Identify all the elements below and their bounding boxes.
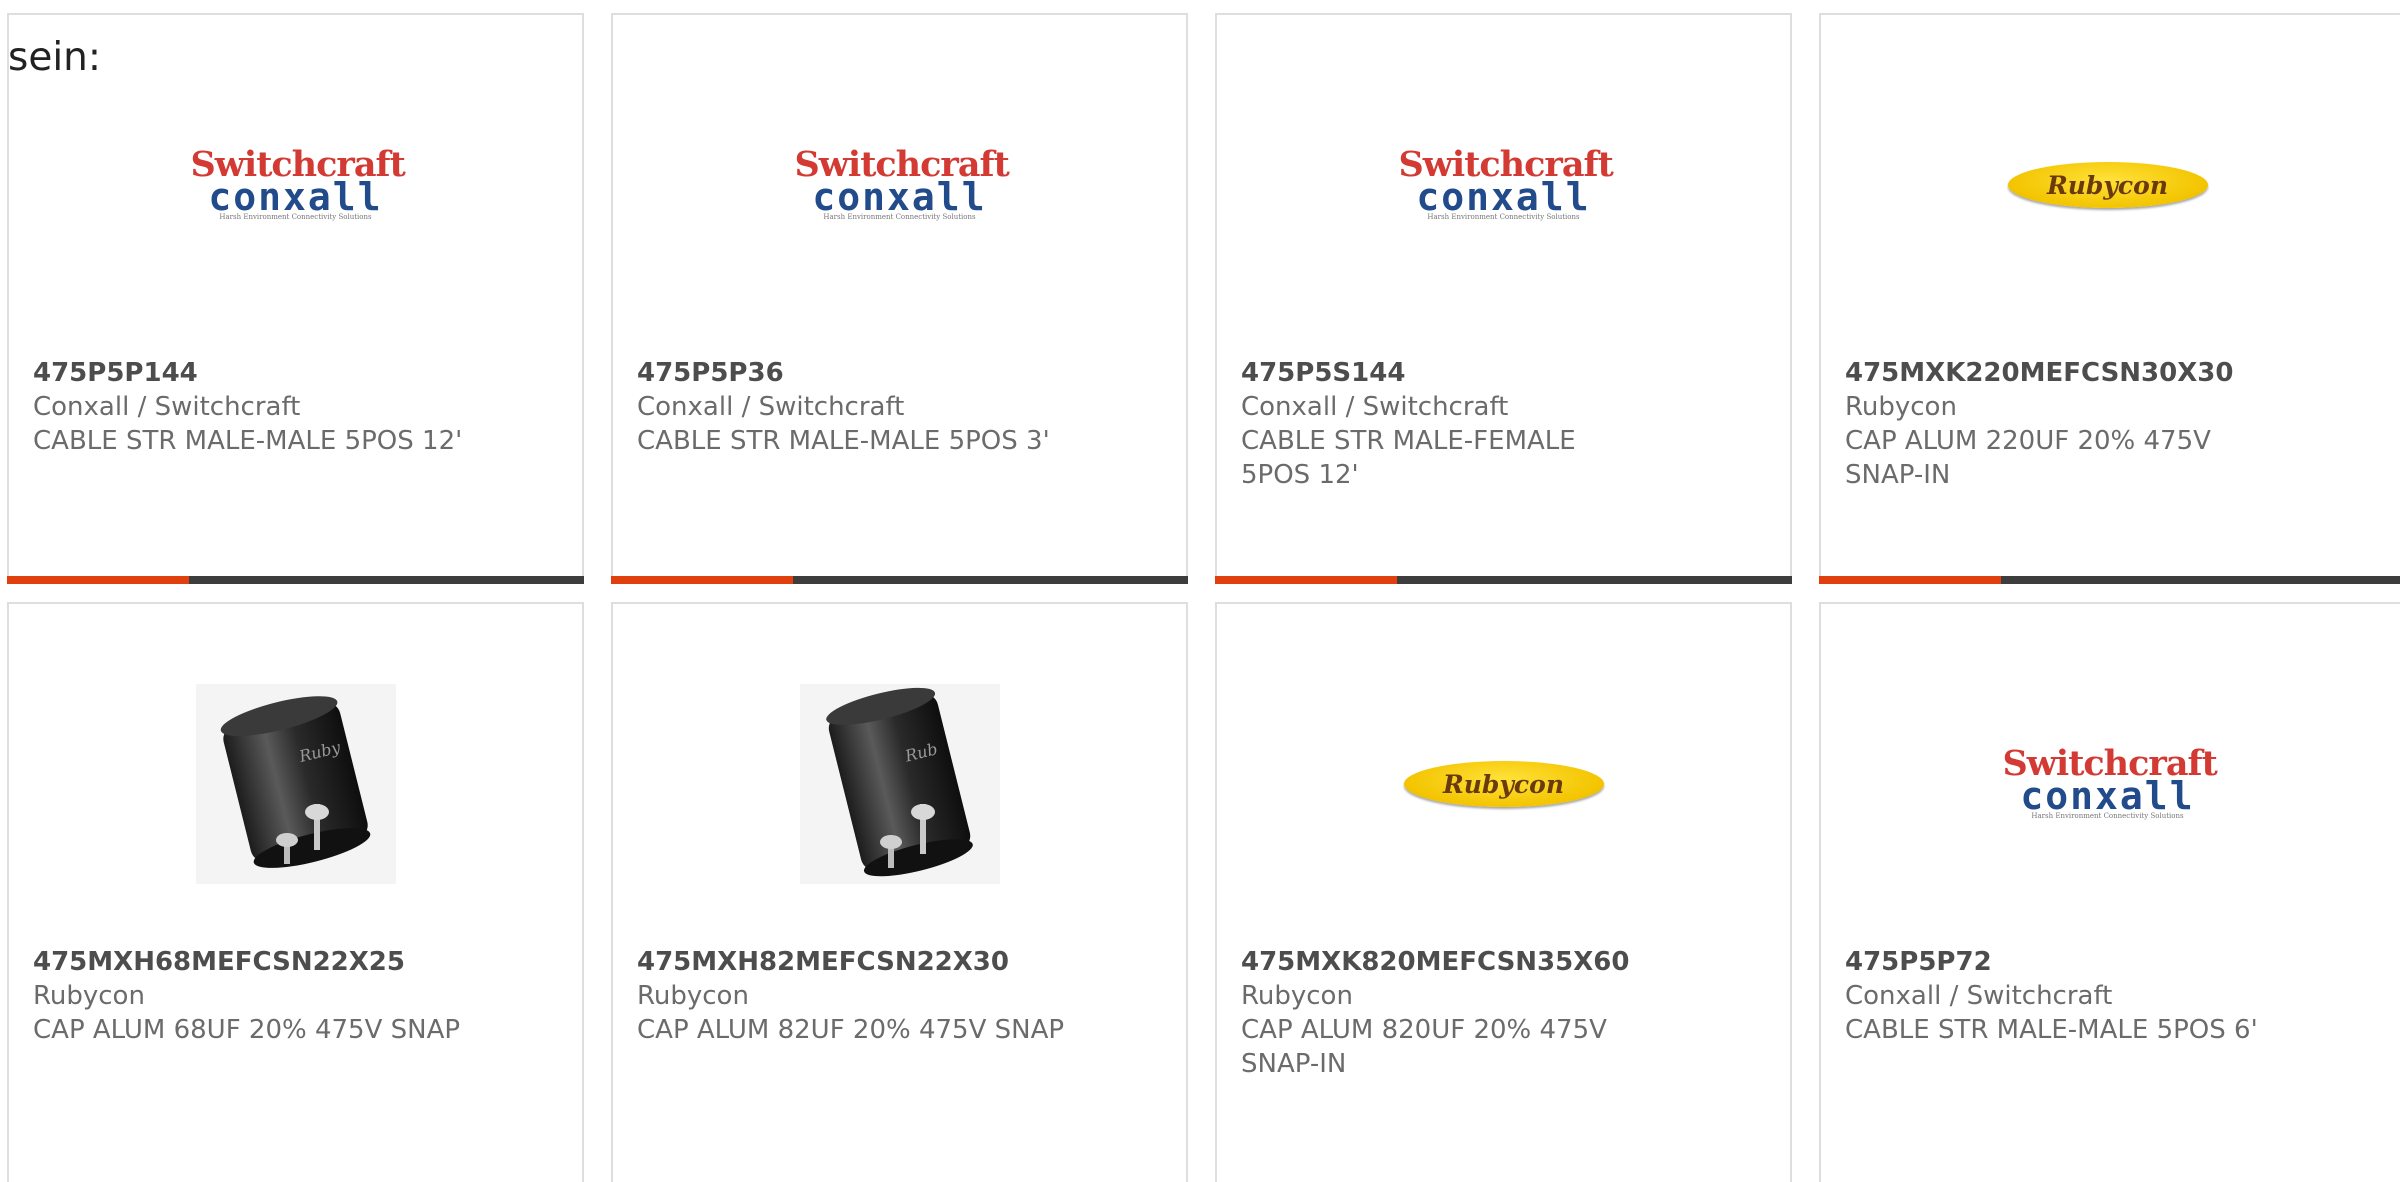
part-number-link[interactable]: 475P5P144 — [33, 356, 513, 390]
manufacturer: Conxall / Switchcraft — [1845, 981, 2113, 1011]
rubycon-logo: Rubycon — [1403, 761, 1604, 807]
manufacturer: Rubycon — [1845, 392, 1957, 422]
part-number-link[interactable]: 475P5S144 — [1241, 356, 1641, 390]
product-description: CABLE STR MALE-MALE 5POS 3' — [637, 426, 1050, 456]
product-card[interactable]: Switchcraft conxall Harsh Environment Co… — [611, 13, 1188, 584]
manufacturer: Rubycon — [1241, 981, 1353, 1011]
switchcraft-logo: Switchcraft conxall Harsh Environment Co… — [2002, 743, 2218, 820]
product-description: CABLE STR MALE-MALE 5POS 12' — [33, 426, 463, 456]
product-description: CABLE STR MALE-FEMALE 5POS 12' — [1241, 426, 1576, 490]
product-card[interactable]: Switchcraft conxall Harsh Environment Co… — [7, 13, 584, 584]
product-card[interactable]: Switchcraft conxall Harsh Environment Co… — [1215, 13, 1792, 584]
product-info: 475MXH82MEFCSN22X30 Rubycon CAP ALUM 82U… — [637, 945, 1117, 1047]
manufacturer: Rubycon — [33, 981, 145, 1011]
product-image[interactable]: Switchcraft conxall Harsh Environment Co… — [1821, 644, 2394, 924]
part-number-link[interactable]: 475MXK820MEFCSN35X60 — [1241, 945, 1629, 979]
product-card[interactable]: Rub 475MXH82MEFCSN22X30 Rubycon CAP ALUM… — [611, 602, 1188, 1182]
card-accent-bar — [1215, 576, 1792, 584]
part-number-link[interactable]: 475MXK220MEFCSN30X30 — [1845, 356, 2233, 390]
product-image[interactable]: Switchcraft conxall Harsh Environment Co… — [1217, 35, 1790, 335]
product-card[interactable]: Switchcraft conxall Harsh Environment Co… — [1819, 602, 2400, 1182]
card-accent-bar — [1819, 576, 2400, 584]
product-info: 475P5P36 Conxall / Switchcraft CABLE STR… — [637, 356, 1117, 458]
product-info: 475P5P144 Conxall / Switchcraft CABLE ST… — [33, 356, 513, 458]
product-info: 475MXK220MEFCSN30X30 Rubycon CAP ALUM 22… — [1845, 356, 2233, 492]
capacitor-photo: Rub — [799, 684, 1000, 884]
product-image[interactable]: Switchcraft conxall Harsh Environment Co… — [613, 35, 1186, 335]
switchcraft-logo: Switchcraft conxall Harsh Environment Co… — [794, 144, 1010, 221]
manufacturer: Conxall / Switchcraft — [33, 392, 301, 422]
rubycon-logo: Rubycon — [2007, 162, 2208, 208]
part-number-link[interactable]: 475MXH82MEFCSN22X30 — [637, 945, 1117, 979]
switchcraft-logo: Switchcraft conxall Harsh Environment Co… — [1398, 144, 1614, 221]
product-image[interactable]: Rubycon — [1217, 644, 1790, 924]
product-info: 475P5S144 Conxall / Switchcraft CABLE ST… — [1241, 356, 1641, 492]
product-description: CAP ALUM 820UF 20% 475V SNAP-IN — [1241, 1015, 1607, 1079]
product-info: 475MXK820MEFCSN35X60 Rubycon CAP ALUM 82… — [1241, 945, 1629, 1081]
manufacturer: Conxall / Switchcraft — [1241, 392, 1509, 422]
product-card[interactable]: Rubycon 475MXK820MEFCSN35X60 Rubycon CAP… — [1215, 602, 1792, 1182]
product-description: CAP ALUM 220UF 20% 475V SNAP-IN — [1845, 426, 2211, 490]
part-number-link[interactable]: 475P5P72 — [1845, 945, 2325, 979]
switchcraft-logo: Switchcraft conxall Harsh Environment Co… — [190, 144, 406, 221]
product-card[interactable]: Rubycon 475MXK220MEFCSN30X30 Rubycon CAP… — [1819, 13, 2400, 584]
card-accent-bar — [611, 576, 1188, 584]
section-heading: sein: — [8, 35, 102, 80]
manufacturer: Rubycon — [637, 981, 749, 1011]
product-card[interactable]: Ruby 475MXH68MEFCSN22X25 Rubycon CAP ALU… — [7, 602, 584, 1182]
manufacturer: Conxall / Switchcraft — [637, 392, 905, 422]
card-accent-bar — [7, 576, 584, 584]
part-number-link[interactable]: 475P5P36 — [637, 356, 1117, 390]
product-image[interactable]: Switchcraft conxall Harsh Environment Co… — [9, 35, 582, 335]
part-number-link[interactable]: 475MXH68MEFCSN22X25 — [33, 945, 513, 979]
product-image[interactable]: Rubycon — [1821, 35, 2394, 335]
product-info: 475MXH68MEFCSN22X25 Rubycon CAP ALUM 68U… — [33, 945, 513, 1047]
product-info: 475P5P72 Conxall / Switchcraft CABLE STR… — [1845, 945, 2325, 1047]
product-image[interactable]: Rub — [613, 644, 1186, 924]
product-image[interactable]: Ruby — [9, 644, 582, 924]
product-description: CAP ALUM 82UF 20% 475V SNAP — [637, 1015, 1065, 1045]
capacitor-photo: Ruby — [195, 684, 396, 884]
product-description: CAP ALUM 68UF 20% 475V SNAP — [33, 1015, 461, 1045]
product-description: CABLE STR MALE-MALE 5POS 6' — [1845, 1015, 2258, 1045]
